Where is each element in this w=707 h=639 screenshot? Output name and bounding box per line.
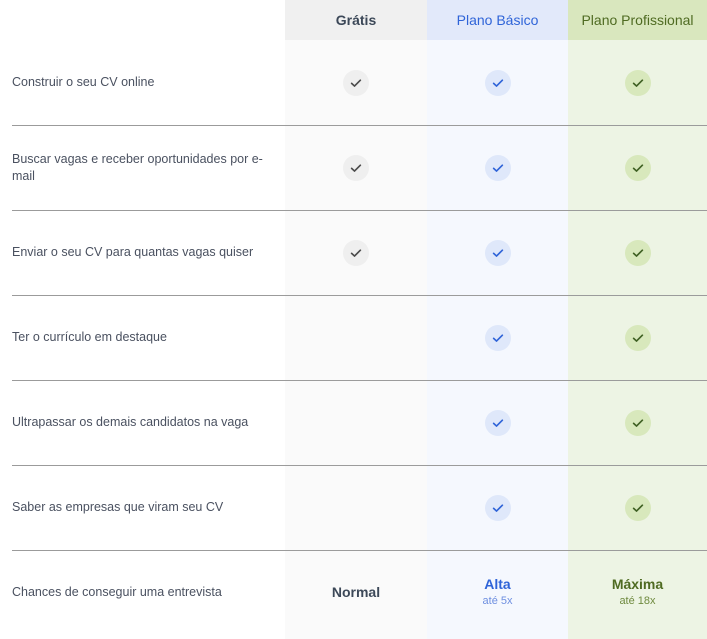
cell-pro: Máxima até 18x [568, 550, 707, 635]
cell-pro [568, 125, 707, 210]
cell-free: Normal [285, 550, 427, 635]
cell-basic [427, 40, 568, 125]
table-header-row: Grátis Plano Básico Plano Profissional [0, 0, 707, 40]
cell-pro [568, 380, 707, 465]
cell-free [285, 465, 427, 550]
check-icon [624, 409, 651, 436]
cell-basic [427, 125, 568, 210]
check-icon [624, 154, 651, 181]
check-icon [484, 494, 511, 521]
check-icon [484, 409, 511, 436]
feature-label: Buscar vagas e receber oportunidades por… [12, 151, 263, 183]
check-icon [624, 494, 651, 521]
column-header-basic-label: Plano Básico [456, 12, 539, 28]
table-row: Enviar o seu CV para quantas vagas quise… [0, 210, 707, 295]
cell-free [285, 295, 427, 380]
table-row: Chances de conseguir uma entrevista Norma… [0, 550, 707, 635]
feature-label: Ultrapassar os demais candidatos na vaga [12, 415, 249, 430]
feature-label: Enviar o seu CV para quantas vagas quise… [12, 245, 254, 260]
cell-pro [568, 40, 707, 125]
feature-label: Saber as empresas que viram seu CV [12, 500, 224, 515]
column-header-pro[interactable]: Plano Profissional [568, 0, 707, 40]
check-icon [484, 154, 511, 181]
cell-pro [568, 210, 707, 295]
check-icon [624, 324, 651, 351]
check-icon [343, 239, 369, 266]
check-icon [484, 239, 511, 266]
cell-basic [427, 465, 568, 550]
cell-free [285, 210, 427, 295]
column-header-free[interactable]: Grátis [285, 0, 427, 40]
column-header-free-label: Grátis [335, 12, 377, 28]
check-icon [624, 239, 651, 266]
feature-label: Construir o seu CV online [12, 75, 155, 90]
cell-basic [427, 380, 568, 465]
cell-pro [568, 465, 707, 550]
check-icon [343, 69, 369, 96]
cell-value-main: Máxima [611, 575, 664, 592]
table-row: Ter o currículo em destaque [0, 295, 707, 380]
cell-free [285, 40, 427, 125]
table-row: Buscar vagas e receber oportunidades por… [0, 125, 707, 210]
cell-basic [427, 295, 568, 380]
check-icon [624, 69, 651, 96]
cell-basic: Alta até 5x [427, 550, 568, 635]
table-row: Construir o seu CV online [0, 40, 707, 125]
column-header-pro-label: Plano Profissional [581, 12, 694, 28]
cell-value-sub: até 18x [619, 595, 656, 608]
cell-pro [568, 295, 707, 380]
cell-value-pro: Máxima até 18x [612, 576, 663, 609]
cell-free [285, 380, 427, 465]
cell-basic [427, 210, 568, 295]
cell-value-main: Alta [484, 575, 511, 592]
feature-label: Ter o currículo em destaque [12, 330, 167, 345]
check-icon [484, 324, 511, 351]
table-row: Ultrapassar os demais candidatos na vaga [0, 380, 707, 465]
feature-label: Chances de conseguir uma entrevista [12, 585, 222, 600]
column-header-basic[interactable]: Plano Básico [427, 0, 568, 40]
check-icon [484, 69, 511, 96]
cell-value-basic: Alta até 5x [483, 576, 513, 609]
plan-comparison-table: Grátis Plano Básico Plano Profissional C… [0, 0, 707, 639]
cell-value-main: Normal [331, 583, 381, 600]
cell-value-sub: até 5x [482, 595, 513, 608]
cell-value-free: Normal [332, 584, 380, 602]
table-row: Saber as empresas que viram seu CV [0, 465, 707, 550]
check-icon [343, 154, 369, 181]
cell-free [285, 125, 427, 210]
